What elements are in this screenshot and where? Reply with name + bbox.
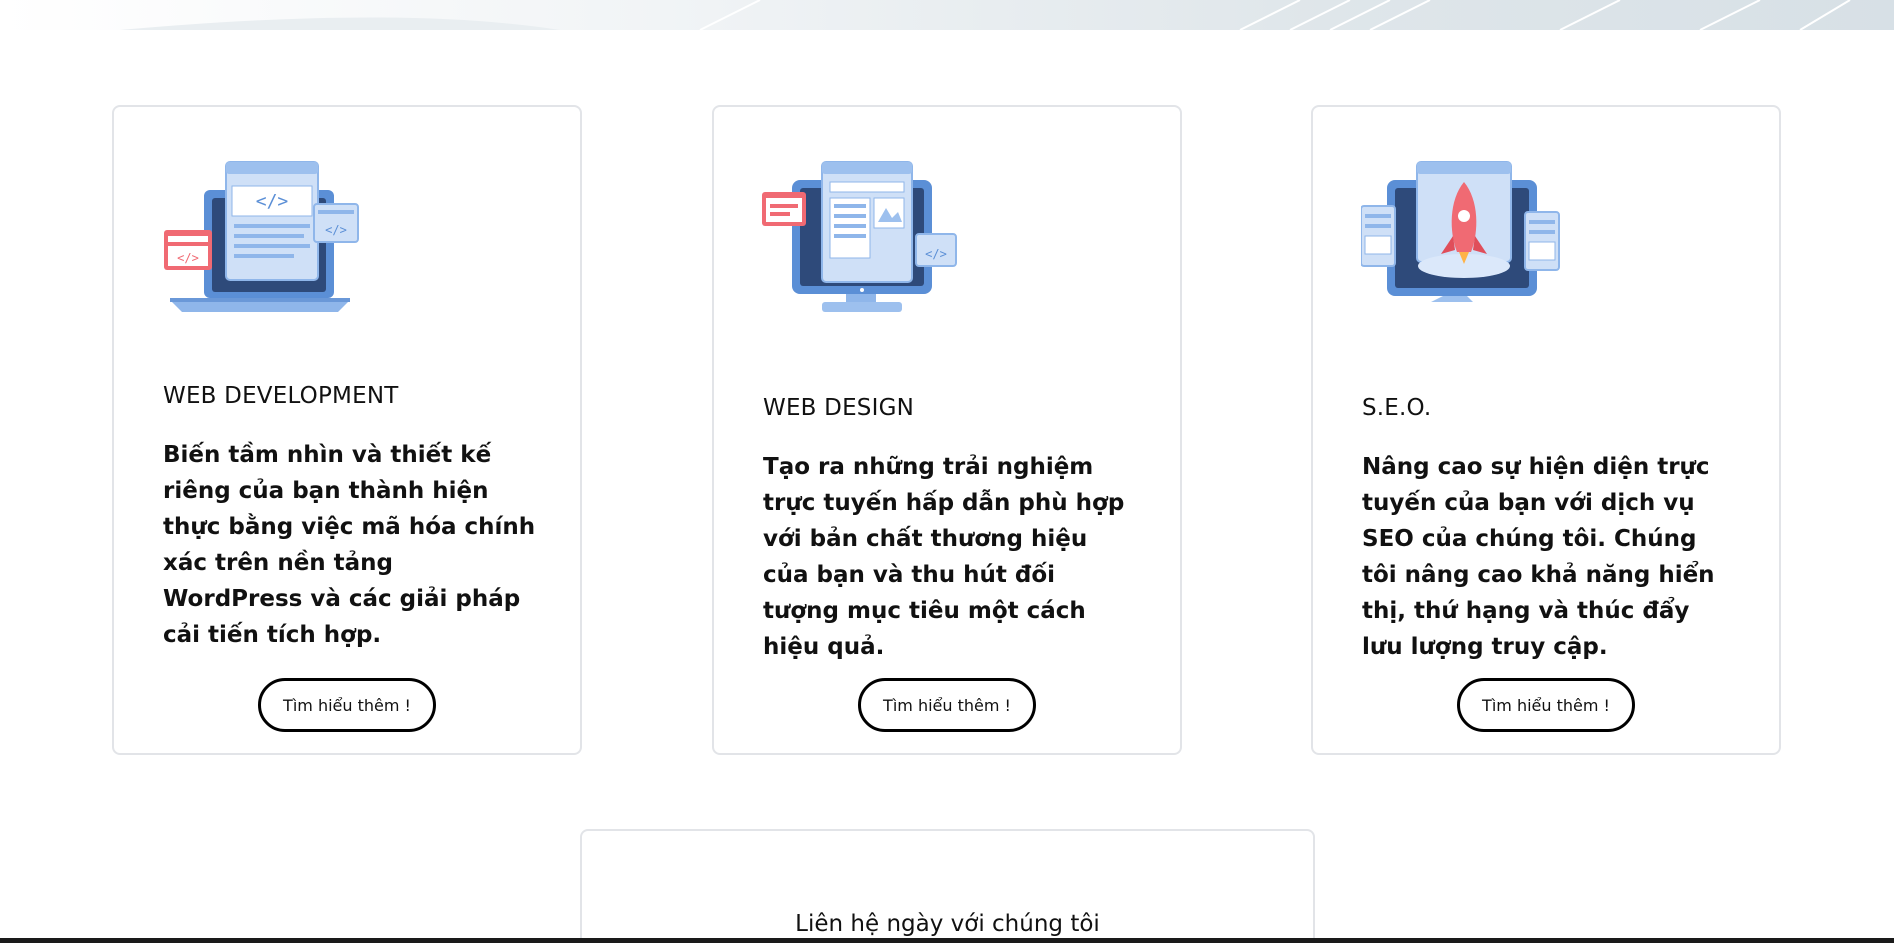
bottom-divider bbox=[0, 938, 1894, 943]
svg-text:</>: </> bbox=[925, 247, 947, 261]
services-page: </> </> </> WEB DEVELOPMENT Biến tầm nhì… bbox=[0, 0, 1894, 943]
service-card-web-design: </> WEB DESIGN Tạo ra những trải nghiệm … bbox=[712, 105, 1182, 755]
contact-heading: Liên hệ ngày với chúng tôi bbox=[795, 911, 1100, 937]
learn-more-button-seo[interactable]: Tìm hiểu thêm ! bbox=[1457, 678, 1635, 732]
svg-text:</>: </> bbox=[256, 191, 289, 212]
contact-card: Liên hệ ngày với chúng tôi bbox=[580, 829, 1315, 943]
web-development-laptop-code-icon: </> </> </> bbox=[162, 152, 362, 322]
service-title: S.E.O. bbox=[1362, 395, 1432, 421]
svg-text:</>: </> bbox=[177, 251, 199, 265]
svg-text:</>: </> bbox=[325, 223, 347, 237]
service-card-seo: S.E.O. Nâng cao sự hiện diện trực tuyến … bbox=[1311, 105, 1781, 755]
learn-more-button-web-design[interactable]: Tìm hiểu thêm ! bbox=[858, 678, 1036, 732]
learn-more-button-web-development[interactable]: Tìm hiểu thêm ! bbox=[258, 678, 436, 732]
decorative-header-band bbox=[0, 0, 1894, 32]
service-title: WEB DESIGN bbox=[763, 395, 915, 421]
service-description: Biến tầm nhìn và thiết kế riêng của bạn … bbox=[163, 442, 536, 648]
service-title: WEB DEVELOPMENT bbox=[163, 383, 399, 409]
web-design-monitor-layout-icon: </> bbox=[762, 152, 962, 322]
service-card-web-development: </> </> </> WEB DEVELOPMENT Biến tầm nhì… bbox=[112, 105, 582, 755]
service-description: Tạo ra những trải nghiệm trực tuyến hấp … bbox=[763, 454, 1125, 660]
seo-monitor-rocket-icon bbox=[1360, 152, 1561, 322]
service-description: Nâng cao sự hiện diện trực tuyến của bạn… bbox=[1362, 454, 1715, 660]
